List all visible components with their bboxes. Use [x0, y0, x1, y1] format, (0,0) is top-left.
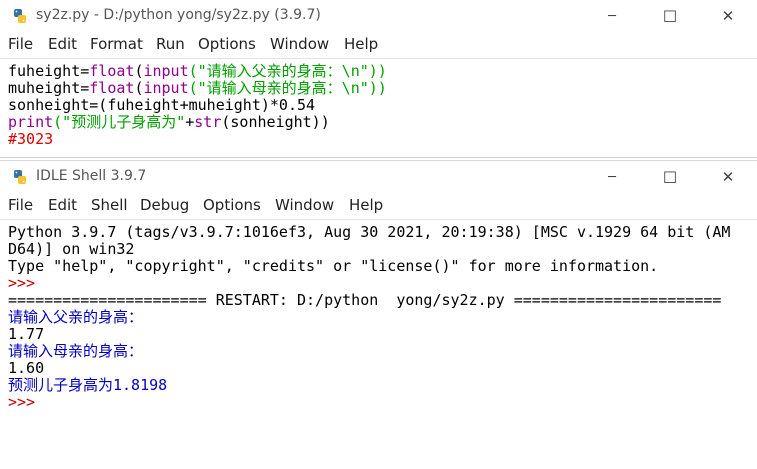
shell-token: 1.77 — [8, 325, 45, 343]
shell-line: Python 3.9.7 (tags/v3.9.7:1016ef3, Aug 3… — [8, 224, 730, 241]
editor-token: ("请输入母亲的身高：\n")) — [188, 79, 387, 97]
menu-shell[interactable]: Shell — [91, 196, 128, 214]
minimize-icon: ─ — [608, 8, 616, 24]
menu-run[interactable]: Run — [156, 35, 185, 53]
shell-line: 请输入母亲的身高： — [8, 343, 730, 360]
editor-title: sy2z.py - D:/python yong/sy2z.py (3.9.7) — [36, 7, 321, 23]
editor-token: muheight= — [8, 79, 90, 97]
close-icon: ✕ — [721, 7, 735, 25]
editor-title-bar[interactable]: sy2z.py - D:/python yong/sy2z.py (3.9.7)… — [0, 0, 757, 32]
maximize-button[interactable]: ☐ — [641, 161, 699, 193]
python-icon — [14, 170, 26, 184]
editor-line: #3023 — [8, 131, 387, 148]
shell-line: >>> — [8, 275, 730, 292]
shell-line: ====================== RESTART: D:/pytho… — [8, 292, 730, 309]
shell-token: 请输入父亲的身高： — [8, 308, 144, 326]
editor-menu-bar: File Edit Format Run Options Window Help — [0, 32, 757, 59]
shell-token: 1.60 — [8, 359, 45, 377]
shell-line: 预测儿子身高为1.8198 — [8, 377, 730, 394]
menu-help[interactable]: Help — [349, 196, 383, 214]
minimize-icon: ─ — [608, 169, 616, 185]
shell-token: 请输入母亲的身高： — [8, 342, 144, 360]
shell-token: >>> — [8, 274, 36, 292]
menu-edit[interactable]: Edit — [48, 196, 77, 214]
shell-line: 请输入父亲的身高： — [8, 309, 730, 326]
shell-line: D64)] on win32 — [8, 241, 730, 258]
close-icon: ✕ — [721, 168, 735, 186]
shell-window: IDLE Shell 3.9.7 ─ ☐ ✕ File Edit Shell D… — [0, 160, 757, 469]
editor-token: float — [89, 62, 135, 80]
editor-token: float — [89, 79, 135, 97]
shell-title: IDLE Shell 3.9.7 — [36, 168, 147, 184]
shell-token: >>> — [8, 393, 36, 411]
editor-token: print — [8, 113, 54, 131]
editor-line: print("预测儿子身高为"+str(sonheight)) — [8, 114, 387, 131]
menu-file[interactable]: File — [8, 35, 33, 53]
shell-title-bar[interactable]: IDLE Shell 3.9.7 ─ ☐ ✕ — [0, 161, 757, 193]
editor-token: ("请输入父亲的身高：\n")) — [188, 62, 387, 80]
editor-token: fuheight= — [8, 62, 90, 80]
minimize-button[interactable]: ─ — [583, 161, 641, 193]
menu-edit[interactable]: Edit — [48, 35, 77, 53]
editor-text-area[interactable]: fuheight=float(input("请输入父亲的身高：\n")) muhe… — [8, 63, 387, 148]
close-button[interactable]: ✕ — [699, 161, 757, 193]
menu-file[interactable]: File — [8, 196, 33, 214]
menu-debug[interactable]: Debug — [140, 196, 189, 214]
editor-token: input — [143, 62, 189, 80]
editor-token: (sonheight)) — [221, 113, 330, 131]
editor-window: sy2z.py - D:/python yong/sy2z.py (3.9.7)… — [0, 0, 757, 158]
editor-line: sonheight=(fuheight+muheight)*0.54 — [8, 97, 387, 114]
menu-window[interactable]: Window — [270, 35, 329, 53]
menu-window[interactable]: Window — [275, 196, 334, 214]
shell-token: ====================== RESTART: D:/pytho… — [8, 291, 722, 309]
maximize-icon: ☐ — [662, 6, 678, 26]
editor-token: input — [143, 79, 189, 97]
menu-options[interactable]: Options — [203, 196, 261, 214]
shell-line: Type "help", "copyright", "credits" or "… — [8, 258, 730, 275]
shell-menu-bar: File Edit Shell Debug Options Window Hel… — [0, 193, 757, 220]
editor-token: #3023 — [8, 130, 54, 148]
editor-token: + — [185, 113, 195, 131]
shell-token: 预测儿子身高为1.8198 — [8, 376, 168, 394]
python-icon — [14, 9, 26, 23]
shell-line: >>> — [8, 394, 730, 411]
shell-line: 1.60 — [8, 360, 730, 377]
editor-token: str — [194, 113, 222, 131]
shell-token: Type "help", "copyright", "credits" or "… — [8, 257, 659, 275]
menu-format[interactable]: Format — [90, 35, 143, 53]
editor-token: ("预测儿子身高为" — [53, 113, 186, 131]
menu-help[interactable]: Help — [344, 35, 378, 53]
minimize-button[interactable]: ─ — [583, 0, 641, 32]
shell-token: Python 3.9.7 (tags/v3.9.7:1016ef3, Aug 3… — [8, 223, 731, 241]
maximize-icon: ☐ — [662, 167, 678, 187]
editor-token: sonheight=(fuheight+muheight)*0.54 — [8, 96, 316, 114]
editor-line: muheight=float(input("请输入母亲的身高：\n")) — [8, 80, 387, 97]
maximize-button[interactable]: ☐ — [641, 0, 699, 32]
menu-options[interactable]: Options — [198, 35, 256, 53]
close-button[interactable]: ✕ — [699, 0, 757, 32]
editor-line: fuheight=float(input("请输入父亲的身高：\n")) — [8, 63, 387, 80]
shell-token: D64)] on win32 — [8, 240, 135, 258]
shell-line: 1.77 — [8, 326, 730, 343]
shell-text-area[interactable]: Python 3.9.7 (tags/v3.9.7:1016ef3, Aug 3… — [8, 224, 730, 411]
